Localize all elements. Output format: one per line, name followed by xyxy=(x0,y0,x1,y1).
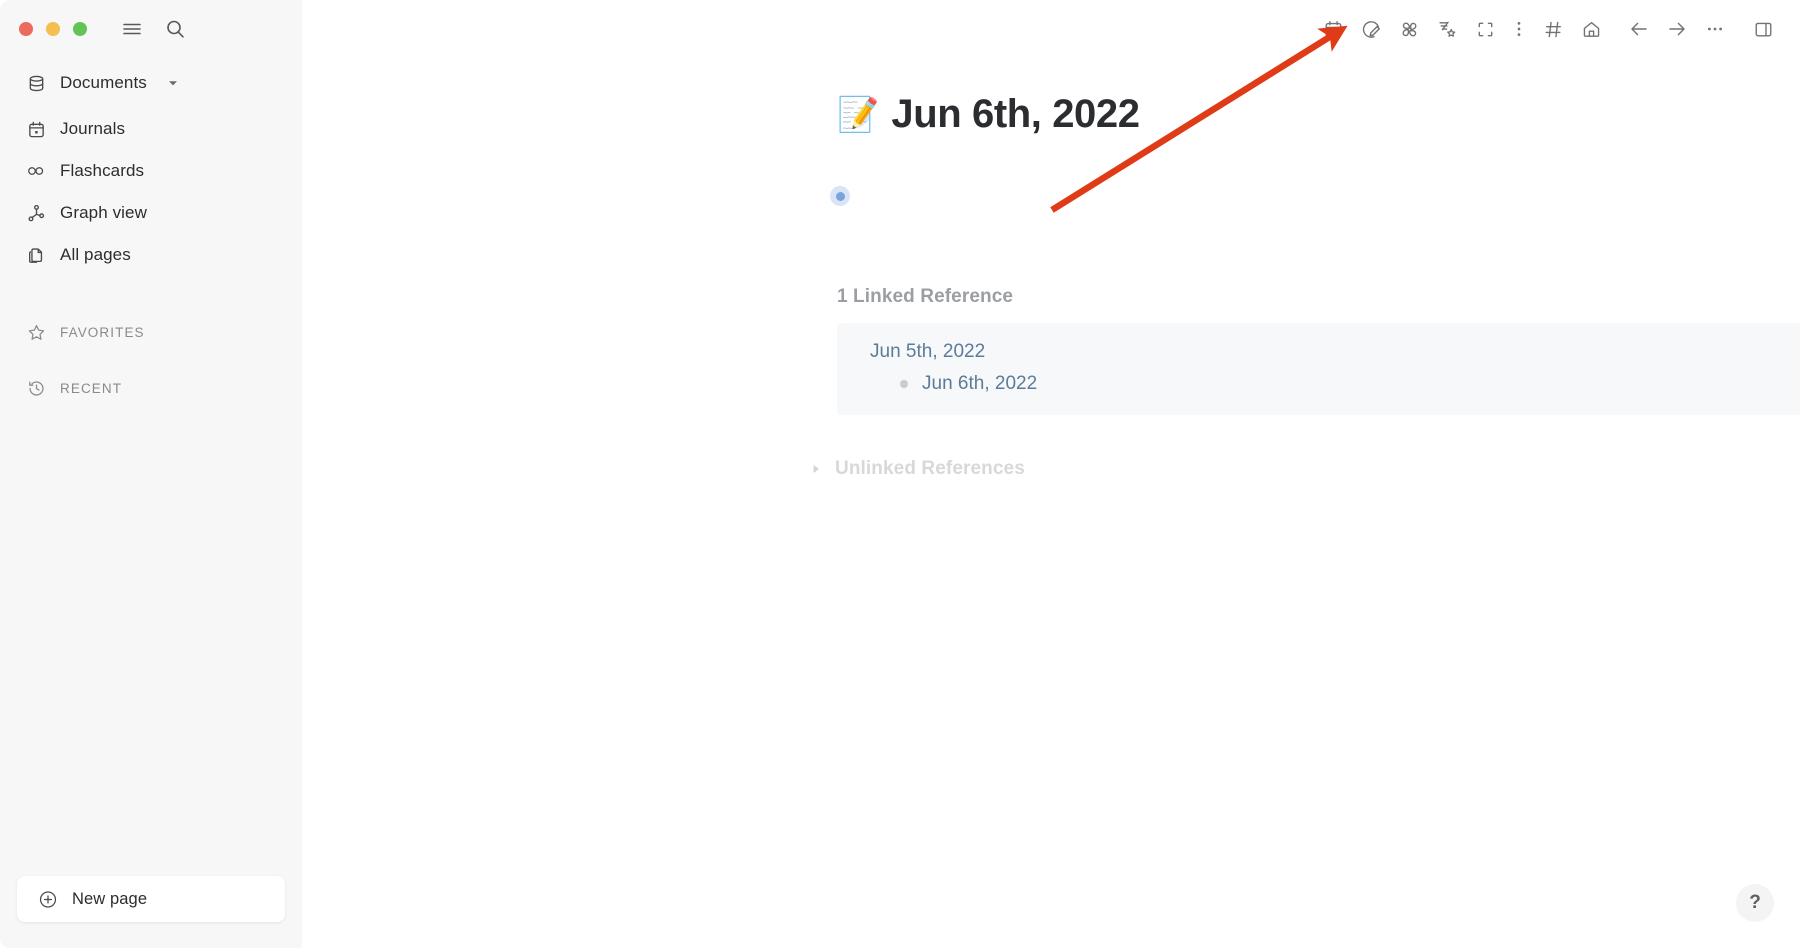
reference-page-link[interactable]: Jun 5th, 2022 xyxy=(870,341,985,363)
sidebar-section-recent[interactable]: RECENT xyxy=(0,368,302,408)
clock-history-icon xyxy=(26,378,46,398)
window-traffic-lights xyxy=(19,22,87,36)
sidebar-item-all-pages[interactable]: All pages xyxy=(0,234,302,276)
page-title-row: 📝 Jun 6th, 2022 xyxy=(837,92,1140,137)
sidebar-section-favorites[interactable]: FAVORITES xyxy=(0,312,302,352)
back-arrow-icon[interactable] xyxy=(1620,14,1658,44)
maximize-window-button[interactable] xyxy=(73,22,87,36)
sidebar-item-flashcards[interactable]: Flashcards xyxy=(0,150,302,192)
graph-icon xyxy=(26,203,46,223)
hamburger-menu-icon[interactable] xyxy=(119,16,145,42)
unlinked-references-toggle[interactable]: Unlinked References xyxy=(809,458,1025,480)
main-content: 📝 Jun 6th, 2022 1 Linked Reference Jun 5… xyxy=(302,0,1800,948)
fan-icon[interactable] xyxy=(1390,14,1428,44)
hash-tag-icon[interactable] xyxy=(1534,14,1572,44)
minimize-window-button[interactable] xyxy=(46,22,60,36)
toggle-right-sidebar-icon[interactable] xyxy=(1744,14,1782,44)
left-sidebar: Documents Journals Flashcards Graph view… xyxy=(0,0,302,948)
top-toolbar xyxy=(1314,14,1782,44)
search-icon[interactable] xyxy=(162,16,188,42)
notepad-emoji-icon: 📝 xyxy=(837,95,880,134)
linked-references-count[interactable]: 1 Linked Reference xyxy=(837,286,1013,308)
sidebar-navigation: Documents Journals Flashcards Graph view… xyxy=(0,62,302,408)
shooting-star-icon[interactable] xyxy=(1428,14,1466,44)
sidebar-item-label: All pages xyxy=(60,245,131,264)
dots-vertical-icon[interactable] xyxy=(1504,14,1534,44)
collapsed-bullet-icon[interactable] xyxy=(830,186,850,206)
close-window-button[interactable] xyxy=(19,22,33,36)
calendar-icon xyxy=(26,119,46,139)
help-button[interactable]: ? xyxy=(1736,884,1774,922)
database-icon xyxy=(26,73,46,93)
pages-icon xyxy=(26,245,46,265)
sidebar-item-label: Graph view xyxy=(60,203,147,222)
app-window: Documents Journals Flashcards Graph view… xyxy=(0,0,1800,948)
sidebar-section-label: FAVORITES xyxy=(60,324,145,340)
sidebar-item-label: Journals xyxy=(60,119,126,138)
edit-pencil-circle-icon[interactable] xyxy=(1352,14,1390,44)
reference-child-link[interactable]: Jun 6th, 2022 xyxy=(922,373,1037,395)
new-page-button[interactable]: New page xyxy=(17,876,285,922)
sidebar-item-label: Flashcards xyxy=(60,161,145,180)
new-page-label: New page xyxy=(72,889,148,908)
page-title[interactable]: Jun 6th, 2022 xyxy=(891,92,1140,137)
home-icon[interactable] xyxy=(1572,14,1610,44)
reference-child-row: Jun 6th, 2022 xyxy=(837,373,1800,395)
plus-circle-icon xyxy=(38,889,58,909)
chevron-down-icon[interactable] xyxy=(167,77,179,89)
forward-arrow-icon[interactable] xyxy=(1658,14,1696,44)
dots-horizontal-icon[interactable] xyxy=(1696,14,1734,44)
sidebar-item-journals[interactable]: Journals xyxy=(0,108,302,150)
sidebar-item-documents[interactable]: Documents xyxy=(0,62,302,104)
star-icon xyxy=(26,322,46,342)
sidebar-item-graph-view[interactable]: Graph view xyxy=(0,192,302,234)
fullscreen-expand-icon[interactable] xyxy=(1466,14,1504,44)
linked-reference-group: Jun 5th, 2022 Jun 6th, 2022 xyxy=(837,323,1800,415)
sidebar-item-label: Documents xyxy=(60,73,147,92)
infinity-icon xyxy=(26,161,46,181)
first-block-bullet[interactable] xyxy=(830,186,850,206)
chevron-right-icon[interactable] xyxy=(809,462,823,476)
bullet-icon[interactable] xyxy=(900,380,908,388)
journals-calendar-icon[interactable] xyxy=(1314,14,1352,44)
linked-references-header: 1 Linked Reference xyxy=(837,283,1800,311)
sidebar-section-label: RECENT xyxy=(60,380,123,396)
unlinked-references-label: Unlinked References xyxy=(835,458,1025,479)
